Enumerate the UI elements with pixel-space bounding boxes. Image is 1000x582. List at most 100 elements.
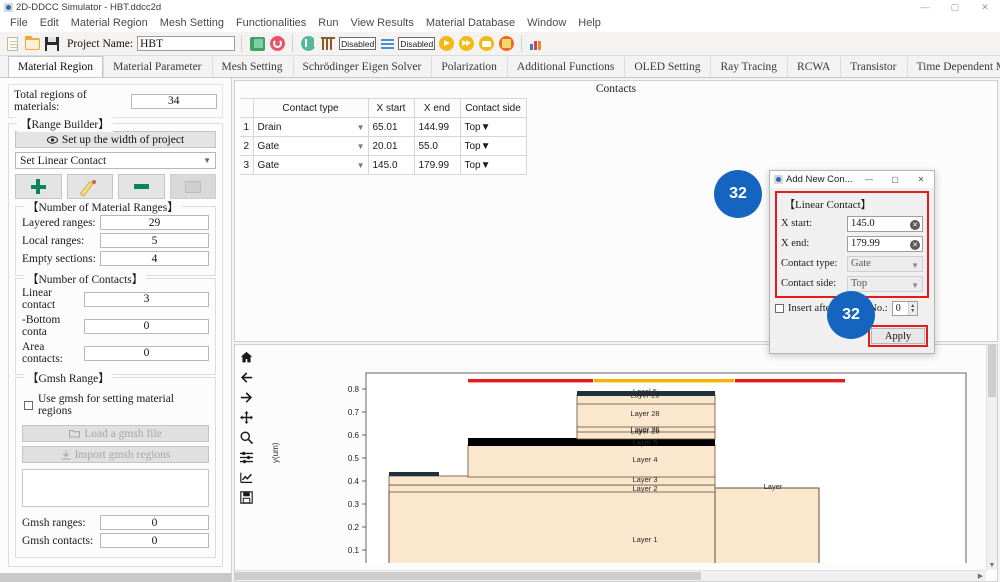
insert-after-checkbox[interactable]: [775, 304, 784, 313]
load-gmsh-file-button[interactable]: Load a gmsh file: [22, 425, 209, 442]
tab-oled-setting[interactable]: OLED Setting: [624, 56, 710, 77]
folder-button[interactable]: [169, 174, 216, 199]
open-project-button[interactable]: [23, 34, 41, 53]
menu-edit[interactable]: Edit: [34, 16, 65, 30]
add-contact-button[interactable]: [15, 174, 62, 199]
menu-view-results[interactable]: View Results: [344, 16, 419, 30]
tab-material-region[interactable]: Material Region: [8, 56, 104, 77]
close-button[interactable]: ✕: [970, 0, 1000, 14]
clear-icon[interactable]: ✕: [910, 239, 920, 250]
menu-run[interactable]: Run: [312, 16, 344, 30]
x-start-cell[interactable]: 65.01: [367, 117, 415, 137]
maximize-button[interactable]: ▢: [940, 0, 970, 14]
tab-material-parameter[interactable]: Material Parameter: [103, 56, 211, 77]
plot-vertical-scrollbar[interactable]: ▲ ▼: [986, 345, 997, 570]
import-gmsh-regions-button[interactable]: Import gmsh regions: [22, 446, 209, 463]
area-contacts-value[interactable]: 0: [84, 345, 209, 361]
solver-status-box[interactable]: Disabled: [398, 37, 436, 50]
contact-side-cell[interactable]: Top▼: [459, 117, 527, 137]
scroll-right-icon[interactable]: ▶: [975, 571, 986, 581]
project-name-input[interactable]: [137, 36, 236, 51]
x-end-cell[interactable]: 144.99: [413, 117, 461, 137]
mesh-generate-button[interactable]: [299, 34, 317, 53]
clear-icon[interactable]: ✕: [910, 219, 920, 230]
batch-run-button[interactable]: [477, 34, 495, 53]
x-end-cell[interactable]: 55.0: [413, 136, 461, 156]
menu-functionalities[interactable]: Functionalities: [230, 16, 312, 30]
vertical-scroll-thumb[interactable]: [988, 345, 996, 397]
tab-polarization[interactable]: Polarization: [431, 56, 507, 77]
home-icon[interactable]: [240, 351, 253, 364]
gmsh-ranges-value[interactable]: 0: [100, 515, 209, 530]
spinner-arrows-icon[interactable]: ▲ ▼: [907, 302, 917, 315]
contact-type-cell[interactable]: Drain ▼: [252, 117, 369, 137]
gmsh-checkbox-row[interactable]: Use gmsh for setting material regions: [24, 393, 209, 417]
menu-material-region[interactable]: Material Region: [65, 16, 154, 30]
bottom-contact-value[interactable]: 0: [84, 318, 209, 334]
apply-button[interactable]: Apply: [871, 328, 925, 344]
table-row[interactable]: 3 Gate ▼ 145.0 179.99 Top▼: [240, 155, 527, 175]
x-start-cell[interactable]: 20.01: [367, 136, 415, 156]
setup-width-button[interactable]: Set up the width of project: [15, 131, 216, 148]
edit-contact-button[interactable]: [66, 174, 113, 199]
reload-button[interactable]: [268, 34, 286, 53]
gmsh-checkbox[interactable]: [24, 400, 33, 410]
menu-window[interactable]: Window: [521, 16, 572, 30]
gmsh-file-list[interactable]: [22, 469, 209, 507]
save-figure-icon[interactable]: [239, 491, 253, 504]
forward-arrow-icon[interactable]: [240, 391, 253, 404]
dialog-minimize-button[interactable]: —: [856, 171, 882, 188]
dialog-maximize-button[interactable]: ▢: [882, 171, 908, 188]
layers-button[interactable]: [378, 34, 396, 53]
local-ranges-value[interactable]: 5: [100, 233, 209, 248]
mesh-grid-button[interactable]: [319, 34, 337, 53]
new-document-button[interactable]: [3, 34, 21, 53]
edit-axis-icon[interactable]: [239, 471, 253, 484]
contact-side-cell[interactable]: Top▼: [459, 136, 527, 156]
table-row[interactable]: 1 Drain ▼ 65.01 144.99 Top▼: [240, 117, 527, 137]
back-arrow-icon[interactable]: [240, 371, 253, 384]
contact-type-cell[interactable]: Gate ▼: [252, 155, 369, 175]
scroll-down-icon[interactable]: ▼: [987, 559, 997, 570]
menu-mesh-setting[interactable]: Mesh Setting: [154, 16, 230, 30]
tab-schrodinger-eigen-solver[interactable]: Schrödinger Eigen Solver: [292, 56, 432, 77]
contact-side-cell[interactable]: Top▼: [459, 155, 527, 175]
save-project-button[interactable]: [43, 34, 61, 53]
tab-additional-functions[interactable]: Additional Functions: [506, 56, 624, 77]
plot-horizontal-scrollbar[interactable]: ◀ ▶: [235, 570, 986, 581]
structure-canvas[interactable]: y(um) 0.8 0.7 0.6 0.5 0.4 0.3 0.2 0.1 Lo…: [257, 345, 997, 581]
tab-ray-tracing[interactable]: Ray Tracing: [710, 56, 787, 77]
horizontal-scroll-thumb[interactable]: [235, 572, 701, 580]
linear-contact-value[interactable]: 3: [84, 291, 209, 307]
contact-type-cell[interactable]: Gate ▼: [252, 136, 369, 156]
stop-button[interactable]: [497, 34, 515, 53]
sidebar-horizontal-scrollbar[interactable]: [0, 573, 231, 582]
x-end-cell[interactable]: 179.99: [413, 155, 461, 175]
range-mode-select[interactable]: Set Linear Contact ▼: [15, 152, 216, 169]
table-row[interactable]: 2 Gate ▼ 20.01 55.0 Top▼: [240, 136, 527, 156]
minimize-button[interactable]: —: [910, 0, 940, 14]
tab-time-dependent-module[interactable]: Time Dependent Module: [906, 56, 1000, 77]
pan-move-icon[interactable]: [239, 411, 253, 424]
run-button[interactable]: [437, 34, 455, 53]
tab-transistor[interactable]: Transistor: [840, 56, 906, 77]
empty-sections-value[interactable]: 4: [100, 251, 209, 266]
contact-type-select[interactable]: Gate ▼: [847, 255, 923, 272]
dialog-close-button[interactable]: ✕: [908, 171, 934, 188]
configure-subplots-icon[interactable]: [239, 451, 253, 464]
x-start-cell[interactable]: 145.0: [367, 155, 415, 175]
x-end-input[interactable]: 179.99 ✕: [847, 235, 923, 252]
remove-contact-button[interactable]: [118, 174, 165, 199]
layered-ranges-value[interactable]: 29: [100, 215, 209, 230]
contact-side-select[interactable]: Top ▼: [847, 275, 923, 292]
total-regions-value[interactable]: 34: [130, 93, 217, 109]
plot-results-button[interactable]: [528, 34, 546, 53]
tab-rcwa[interactable]: RCWA: [787, 56, 840, 77]
tab-mesh-setting[interactable]: Mesh Setting: [211, 56, 293, 77]
menu-help[interactable]: Help: [572, 16, 607, 30]
menu-material-database[interactable]: Material Database: [420, 16, 521, 30]
refresh-structure-button[interactable]: [248, 34, 266, 53]
dialog-title-bar[interactable]: Add New Con... — ▢ ✕: [770, 171, 934, 188]
x-start-input[interactable]: 145.0 ✕: [847, 215, 923, 232]
gmsh-contacts-value[interactable]: 0: [100, 533, 209, 548]
